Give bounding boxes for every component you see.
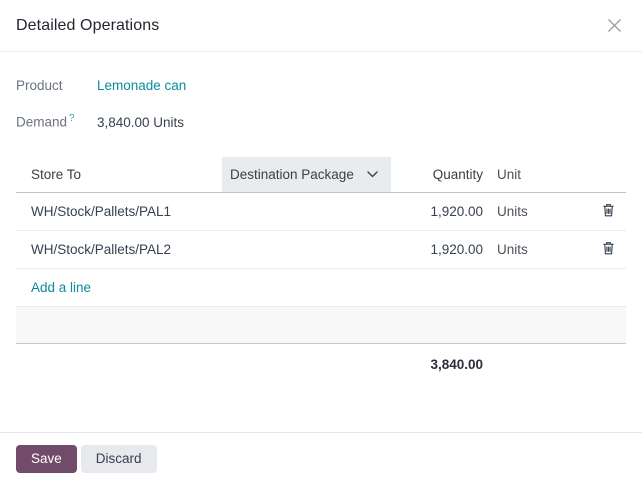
column-header-store-to[interactable]: Store To xyxy=(16,167,222,182)
unit-cell: Units xyxy=(497,204,528,219)
quantity-cell[interactable]: 1,920.00 xyxy=(391,204,491,219)
column-header-destination-package[interactable]: Destination Package xyxy=(222,157,391,192)
table-header-row: Store To Destination Package Quantity Un… xyxy=(16,157,626,193)
operations-table: Store To Destination Package Quantity Un… xyxy=(16,157,626,384)
delete-row-button[interactable] xyxy=(602,241,615,255)
table-row: WH/Stock/Pallets/PAL1 1,920.00 Units xyxy=(16,193,626,231)
close-icon xyxy=(607,19,621,32)
product-label: Product xyxy=(16,78,63,93)
close-button[interactable] xyxy=(602,14,626,38)
modal-footer: Save Discard xyxy=(0,432,642,489)
column-header-unit[interactable]: Unit xyxy=(491,167,577,182)
detailed-operations-modal: Detailed Operations Product Lemonade can… xyxy=(0,0,642,489)
product-value-link[interactable]: Lemonade can xyxy=(97,78,186,93)
total-row: 3,840.00 xyxy=(16,344,626,384)
demand-label-text: Demand xyxy=(16,114,68,130)
help-icon: ? xyxy=(69,113,75,124)
column-header-quantity[interactable]: Quantity xyxy=(391,167,491,182)
store-to-cell[interactable]: WH/Stock/Pallets/PAL1 xyxy=(16,204,222,219)
demand-label: Demand? xyxy=(16,113,97,130)
row-actions-cell xyxy=(577,241,626,258)
trash-icon xyxy=(603,204,614,217)
store-to-cell[interactable]: WH/Stock/Pallets/PAL2 xyxy=(16,242,222,257)
modal-title: Detailed Operations xyxy=(16,16,160,34)
trash-icon xyxy=(603,242,614,255)
destination-package-label: Destination Package xyxy=(230,167,354,182)
save-button[interactable]: Save xyxy=(16,445,77,473)
modal-body: Product Lemonade can Demand? 3,840.00 Un… xyxy=(0,52,642,432)
delete-row-button[interactable] xyxy=(602,203,615,217)
row-actions-cell xyxy=(577,203,626,220)
product-field-row: Product Lemonade can xyxy=(16,78,626,98)
table-row: WH/Stock/Pallets/PAL2 1,920.00 Units xyxy=(16,231,626,269)
quantity-cell[interactable]: 1,920.00 xyxy=(391,242,491,257)
discard-button[interactable]: Discard xyxy=(80,445,157,473)
empty-row xyxy=(16,307,626,344)
demand-field-row: Demand? 3,840.00 Units xyxy=(16,113,626,133)
chevron-down-icon xyxy=(367,171,378,178)
demand-value: 3,840.00 Units xyxy=(97,114,185,130)
quantity-total: 3,840.00 xyxy=(430,356,483,372)
unit-cell: Units xyxy=(497,242,528,257)
add-a-line-link[interactable]: Add a line xyxy=(31,280,91,295)
add-a-line-row: Add a line xyxy=(16,269,626,307)
modal-header: Detailed Operations xyxy=(0,0,642,52)
fields-section: Product Lemonade can Demand? 3,840.00 Un… xyxy=(16,78,626,133)
